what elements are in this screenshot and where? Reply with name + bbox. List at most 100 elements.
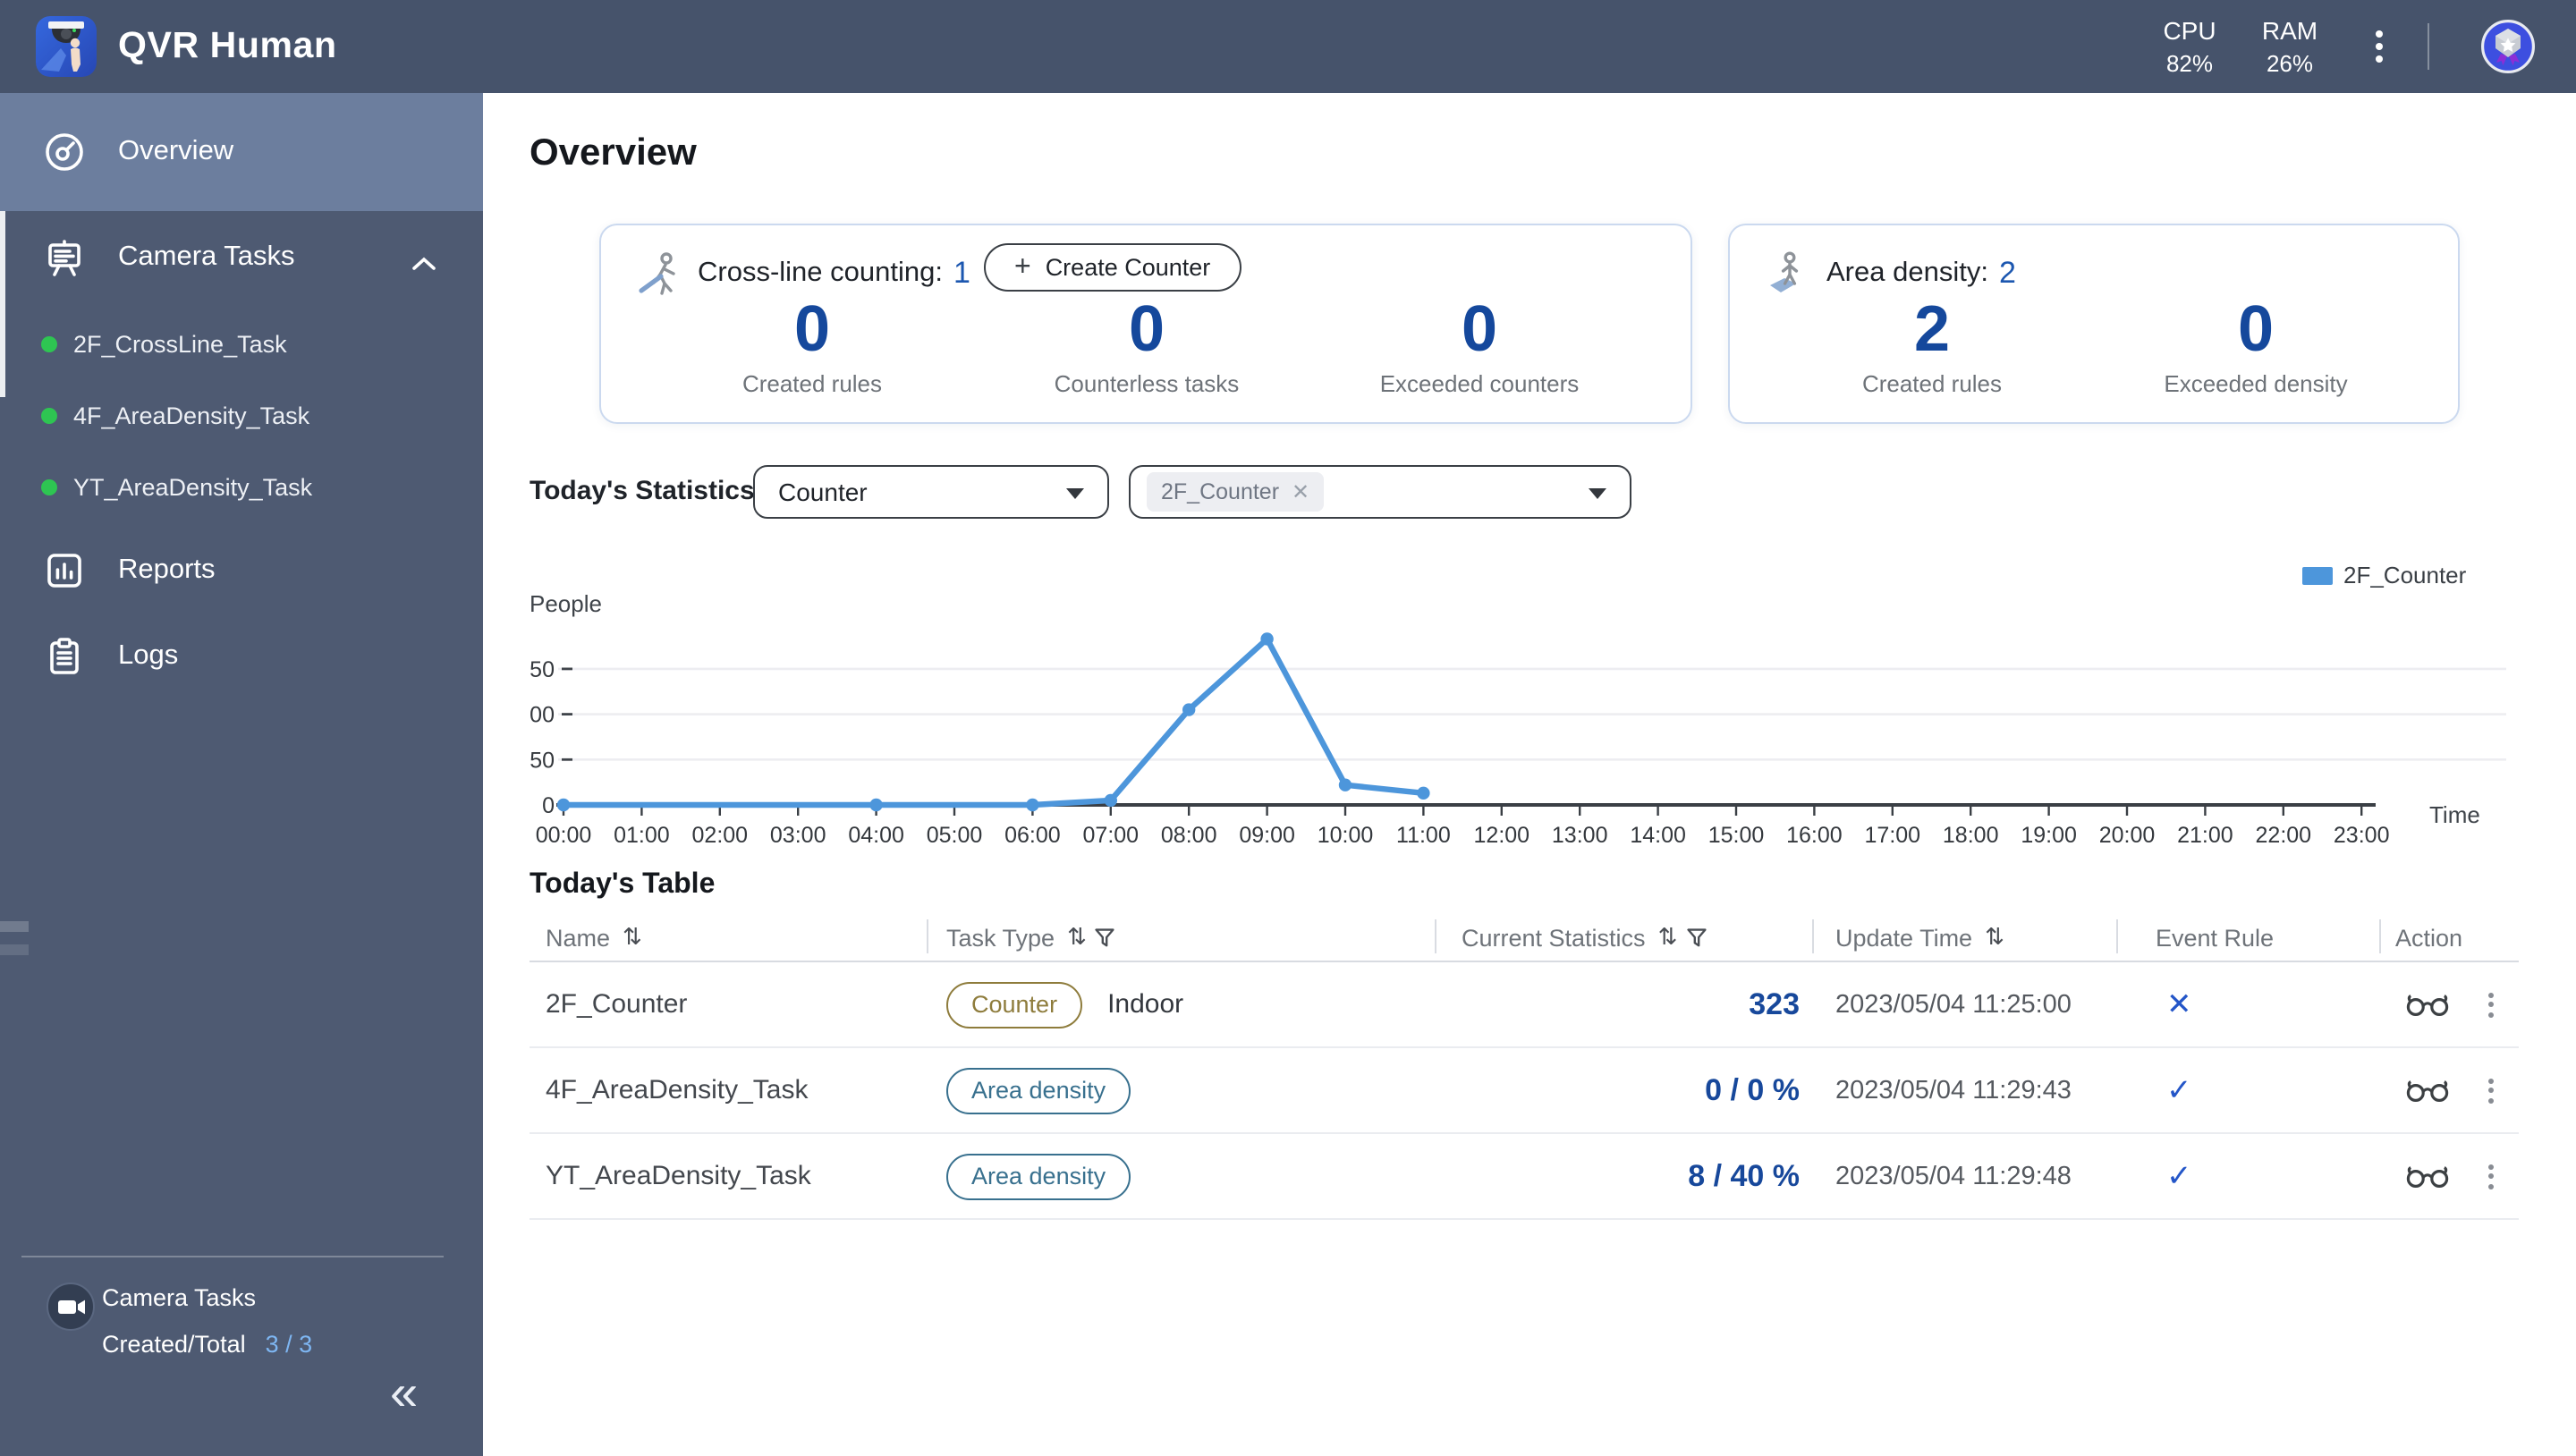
task-filter-select[interactable]: 2F_Counter ✕	[1129, 465, 1631, 519]
card-count: 1	[953, 256, 970, 290]
sidebar-item-label: Overview	[118, 136, 234, 166]
stat-created-rules: 0 Created rules	[669, 292, 955, 397]
sidebar-item-label: Logs	[118, 640, 179, 671]
main-content: Overview Cross-line counting: 1 + Create…	[483, 93, 2576, 1456]
app-logo-icon	[36, 16, 97, 77]
col-header-current-statistics[interactable]: Current Statistics ⇅	[1436, 914, 1814, 961]
view-glasses-icon[interactable]	[2406, 992, 2449, 1017]
view-glasses-icon[interactable]	[2406, 1078, 2449, 1103]
svg-text:21:00: 21:00	[2177, 823, 2233, 848]
chart-y-axis-title: People	[530, 590, 602, 617]
svg-text:50: 50	[530, 748, 555, 773]
status-dot-green	[41, 335, 57, 351]
filter-icon[interactable]	[1096, 928, 1115, 948]
sidebar-task-item[interactable]: 2F_CrossLine_Task	[0, 308, 483, 379]
app-title: QVR Human	[118, 25, 337, 66]
stat-created-rules: 2 Created rules	[1789, 292, 2075, 397]
legend-swatch	[2302, 566, 2333, 584]
todays-statistics-label: Today's Statistics	[530, 476, 755, 506]
sort-icon[interactable]: ⇅	[1985, 923, 2004, 952]
sidebar-footer-divider	[21, 1256, 444, 1257]
sidebar-task-item[interactable]: 4F_AreaDensity_Task	[0, 379, 483, 451]
task-type-tag: Area density	[946, 1067, 1131, 1113]
update-time: 2023/05/04 11:29:43	[1835, 1076, 2072, 1105]
svg-text:09:00: 09:00	[1239, 823, 1295, 848]
chip-remove-icon[interactable]: ✕	[1292, 479, 1309, 504]
card-title: Area density:	[1826, 258, 1988, 288]
svg-text:23:00: 23:00	[2334, 823, 2390, 848]
created-total-label: Created/Total	[102, 1331, 246, 1358]
sidebar-item-logs[interactable]: Logs	[0, 615, 483, 698]
sort-icon[interactable]: ⇅	[1658, 923, 1678, 952]
card-count: 2	[1998, 256, 2016, 290]
create-counter-button[interactable]: + Create Counter	[984, 243, 1241, 292]
stat-exceeded-density: 0 Exceeded density	[2113, 292, 2399, 397]
chip-label: 2F_Counter	[1161, 479, 1280, 504]
crossline-person-icon	[637, 250, 683, 297]
sort-icon[interactable]: ⇅	[1067, 923, 1087, 952]
svg-text:100: 100	[530, 703, 555, 728]
update-time: 2023/05/04 11:29:48	[1835, 1162, 2072, 1190]
table-row: 2F_Counter Counter Indoor 323 2023/05/04…	[530, 962, 2519, 1048]
chevron-up-icon[interactable]	[411, 249, 436, 270]
user-avatar[interactable]	[2481, 20, 2535, 73]
tasks-table: Name ⇅ Task Type ⇅ Current Statistics ⇅ Upd…	[530, 914, 2519, 1220]
footer-created-total: Created/Total 3 / 3	[102, 1331, 312, 1358]
update-time: 2023/05/04 11:25:00	[1835, 990, 2072, 1019]
stat-counterless-tasks: 0 Counterless tasks	[1004, 292, 1290, 397]
table-header-row: Name ⇅ Task Type ⇅ Current Statistics ⇅ Upd…	[530, 914, 2519, 962]
stat-value: 0	[1128, 292, 1165, 365]
more-menu-icon[interactable]	[2367, 25, 2392, 68]
col-header-name[interactable]: Name ⇅	[530, 914, 928, 961]
sidebar-item-overview[interactable]: Overview	[0, 93, 483, 211]
svg-text:06:00: 06:00	[1004, 823, 1061, 848]
svg-text:18:00: 18:00	[1943, 823, 1999, 848]
legend-label: 2F_Counter	[2343, 562, 2467, 588]
status-dot-green	[41, 478, 57, 495]
collapse-sidebar-icon[interactable]: «	[390, 1366, 418, 1420]
select-value: Counter	[778, 478, 868, 506]
table-row: YT_AreaDensity_Task Area density 8 / 40 …	[530, 1134, 2519, 1220]
filter-icon[interactable]	[1686, 928, 1706, 948]
svg-text:05:00: 05:00	[927, 823, 983, 848]
status-dot-green	[41, 407, 57, 423]
task-type-tag: Area density	[946, 1153, 1131, 1199]
row-more-menu-icon[interactable]	[2488, 1164, 2494, 1189]
sidebar-item-reports[interactable]: Reports	[0, 529, 483, 612]
cpu-label: CPU	[2163, 16, 2216, 45]
stat-value: 0	[793, 292, 831, 365]
area-person-icon	[1766, 250, 1812, 297]
svg-text:14:00: 14:00	[1630, 823, 1686, 848]
row-more-menu-icon[interactable]	[2488, 1078, 2494, 1103]
svg-text:19:00: 19:00	[2021, 823, 2077, 848]
current-statistic: 8 / 40 %	[1688, 1158, 1800, 1192]
easel-icon	[43, 236, 86, 279]
statistic-type-select[interactable]: Counter	[753, 465, 1109, 519]
sort-icon[interactable]: ⇅	[623, 923, 642, 952]
sidebar-item-camera-tasks[interactable]: Camera Tasks	[0, 211, 483, 304]
stat-value: 0	[1461, 292, 1498, 365]
event-rule-check-icon: ✓	[2166, 1072, 2192, 1106]
task-type-tag: Counter	[946, 981, 1083, 1028]
chart-legend: 2F_Counter	[2302, 562, 2466, 588]
gauge-icon	[43, 131, 86, 174]
svg-text:12:00: 12:00	[1474, 823, 1530, 848]
stat-label: Created rules	[741, 370, 883, 397]
top-bar: QVR Human CPU 82% RAM 26%	[0, 0, 2576, 93]
svg-text:0: 0	[542, 793, 555, 818]
svg-text:01:00: 01:00	[614, 823, 670, 848]
col-header-update-time[interactable]: Update Time ⇅	[1814, 914, 2118, 961]
row-more-menu-icon[interactable]	[2488, 992, 2494, 1017]
create-counter-label: Create Counter	[1045, 254, 1211, 281]
stat-exceeded-counters: 0 Exceeded counters	[1336, 292, 1623, 397]
ram-value: 26%	[2266, 50, 2314, 77]
sidebar-task-item[interactable]: YT_AreaDensity_Task	[0, 451, 483, 522]
stat-label: Created rules	[1861, 370, 2003, 397]
svg-text:00:00: 00:00	[536, 823, 592, 848]
view-glasses-icon[interactable]	[2406, 1164, 2449, 1189]
event-rule-check-icon: ✓	[2166, 1158, 2192, 1192]
stat-label: Exceeded counters	[1379, 370, 1580, 397]
task-name: 2F_Counter	[546, 989, 688, 1020]
col-header-task-type[interactable]: Task Type ⇅	[928, 914, 1436, 961]
app-window: QVR Human CPU 82% RAM 26% Overview Camer…	[0, 0, 2576, 1456]
